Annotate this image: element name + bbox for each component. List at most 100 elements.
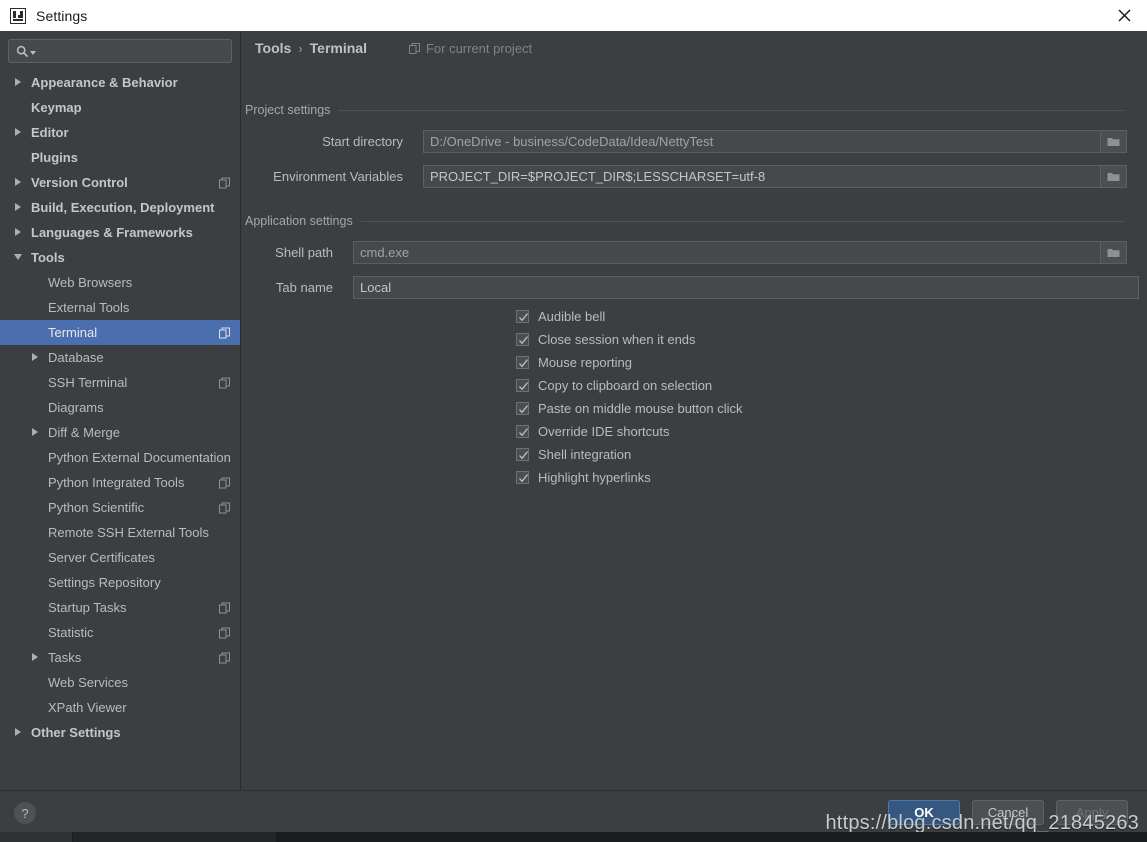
chevron-right-icon[interactable] (31, 428, 40, 437)
checkbox-box[interactable] (516, 425, 529, 438)
desktop-bottom-strip (0, 832, 1147, 842)
checkbox-box[interactable] (516, 356, 529, 369)
cancel-button[interactable]: Cancel (972, 800, 1044, 825)
tree-spacer (31, 503, 40, 512)
copy-badge-icon (219, 177, 230, 188)
shell-path-input[interactable]: cmd.exe (353, 241, 1101, 264)
environment-variables-input[interactable]: PROJECT_DIR=$PROJECT_DIR$;LESSCHARSET=ut… (423, 165, 1101, 188)
chevron-down-icon[interactable] (14, 253, 23, 262)
settings-window: Settings Appearance & Behavio (0, 0, 1147, 842)
start-directory-label: Start directory (263, 134, 403, 149)
checkbox-box[interactable] (516, 471, 529, 484)
sidebar-item-diagrams[interactable]: Diagrams (0, 395, 240, 420)
checkbox-mouse-reporting[interactable]: Mouse reporting (516, 355, 632, 370)
checkbox-shell-integration[interactable]: Shell integration (516, 447, 631, 462)
dialog-content: Appearance & BehaviorKeymapEditorPlugins… (0, 31, 1147, 790)
sidebar-item-database[interactable]: Database (0, 345, 240, 370)
checkbox-box[interactable] (516, 448, 529, 461)
checkbox-close-session-when-it-ends[interactable]: Close session when it ends (516, 332, 696, 347)
sidebar-item-label: Tools (31, 250, 65, 265)
checkbox-paste-on-middle-mouse-button-click[interactable]: Paste on middle mouse button click (516, 401, 743, 416)
tree-spacer (31, 328, 40, 337)
sidebar-item-keymap[interactable]: Keymap (0, 95, 240, 120)
checkbox-box[interactable] (516, 379, 529, 392)
shell-path-browse-button[interactable] (1101, 241, 1127, 264)
check-icon (518, 381, 529, 392)
apply-button[interactable]: Apply (1056, 800, 1128, 825)
sidebar-item-label: Server Certificates (48, 550, 155, 565)
sidebar-item-label: Build, Execution, Deployment (31, 200, 214, 215)
sidebar-item-label: Web Browsers (48, 275, 132, 290)
chevron-right-icon[interactable] (14, 203, 23, 212)
sidebar-item-label: Diagrams (48, 400, 104, 415)
checkbox-override-ide-shortcuts[interactable]: Override IDE shortcuts (516, 424, 670, 439)
sidebar-item-label: Other Settings (31, 725, 121, 740)
title-bar: Settings (0, 0, 1147, 31)
ok-button[interactable]: OK (888, 800, 960, 825)
chevron-right-icon[interactable] (14, 728, 23, 737)
sidebar-item-tasks[interactable]: Tasks (0, 645, 240, 670)
shell-path-row: Shell path cmd.exe (263, 241, 1127, 264)
sidebar-item-web-browsers[interactable]: Web Browsers (0, 270, 240, 295)
sidebar-item-label: Python Integrated Tools (48, 475, 184, 490)
tree-spacer (31, 478, 40, 487)
check-icon (518, 358, 529, 369)
sidebar-item-python-integrated-tools[interactable]: Python Integrated Tools (0, 470, 240, 495)
search-input[interactable] (36, 43, 231, 59)
chevron-right-icon[interactable] (14, 228, 23, 237)
sidebar-item-label: Statistic (48, 625, 94, 640)
sidebar-item-version-control[interactable]: Version Control (0, 170, 240, 195)
help-icon[interactable]: ? (14, 802, 36, 824)
sidebar-item-terminal[interactable]: Terminal (0, 320, 240, 345)
sidebar-item-editor[interactable]: Editor (0, 120, 240, 145)
settings-main-panel: Tools › Terminal For current project Pro… (241, 31, 1147, 790)
scope-note: For current project (409, 41, 532, 56)
environment-variables-browse-button[interactable] (1101, 165, 1127, 188)
chevron-right-icon[interactable] (14, 78, 23, 87)
sidebar-item-languages-frameworks[interactable]: Languages & Frameworks (0, 220, 240, 245)
chevron-right-icon[interactable] (31, 353, 40, 362)
checkbox-box[interactable] (516, 333, 529, 346)
checkbox-highlight-hyperlinks[interactable]: Highlight hyperlinks (516, 470, 651, 485)
checkbox-copy-to-clipboard-on-selection[interactable]: Copy to clipboard on selection (516, 378, 712, 393)
sidebar-item-statistic[interactable]: Statistic (0, 620, 240, 645)
tab-name-input[interactable]: Local (353, 276, 1139, 299)
sidebar-item-plugins[interactable]: Plugins (0, 145, 240, 170)
checkbox-audible-bell[interactable]: Audible bell (516, 309, 605, 324)
sidebar-item-tools[interactable]: Tools (0, 245, 240, 270)
sidebar-item-label: SSH Terminal (48, 375, 127, 390)
sidebar-item-external-tools[interactable]: External Tools (0, 295, 240, 320)
sidebar-item-python-external-documentation[interactable]: Python External Documentation (0, 445, 240, 470)
tree-spacer (31, 403, 40, 412)
sidebar-item-ssh-terminal[interactable]: SSH Terminal (0, 370, 240, 395)
copy-badge-icon (219, 652, 230, 663)
sidebar-item-python-scientific[interactable]: Python Scientific (0, 495, 240, 520)
sidebar-item-other-settings[interactable]: Other Settings (0, 720, 240, 745)
sidebar-item-label: Web Services (48, 675, 128, 690)
sidebar-item-remote-ssh-external-tools[interactable]: Remote SSH External Tools (0, 520, 240, 545)
search-box[interactable] (8, 39, 232, 63)
start-directory-input[interactable]: D:/OneDrive - business/CodeData/Idea/Net… (423, 130, 1101, 153)
sidebar-item-label: Python Scientific (48, 500, 144, 515)
close-icon[interactable] (1101, 0, 1147, 31)
chevron-right-icon[interactable] (14, 128, 23, 137)
breadcrumb-parent[interactable]: Tools (255, 40, 291, 56)
sidebar-item-diff-merge[interactable]: Diff & Merge (0, 420, 240, 445)
sidebar-item-startup-tasks[interactable]: Startup Tasks (0, 595, 240, 620)
sidebar-item-xpath-viewer[interactable]: XPath Viewer (0, 695, 240, 720)
sidebar-item-appearance-behavior[interactable]: Appearance & Behavior (0, 70, 240, 95)
sidebar-item-label: Version Control (31, 175, 128, 190)
checkbox-box[interactable] (516, 310, 529, 323)
start-directory-browse-button[interactable] (1101, 130, 1127, 153)
copy-badge-icon (219, 627, 230, 638)
sidebar-item-server-certificates[interactable]: Server Certificates (0, 545, 240, 570)
chevron-right-icon[interactable] (14, 178, 23, 187)
chevron-right-icon[interactable] (31, 653, 40, 662)
checkbox-box[interactable] (516, 402, 529, 415)
sidebar-item-label: Startup Tasks (48, 600, 127, 615)
sidebar-item-build-execution-deployment[interactable]: Build, Execution, Deployment (0, 195, 240, 220)
tree-spacer (31, 703, 40, 712)
sidebar-item-settings-repository[interactable]: Settings Repository (0, 570, 240, 595)
search-container (0, 31, 240, 63)
sidebar-item-web-services[interactable]: Web Services (0, 670, 240, 695)
